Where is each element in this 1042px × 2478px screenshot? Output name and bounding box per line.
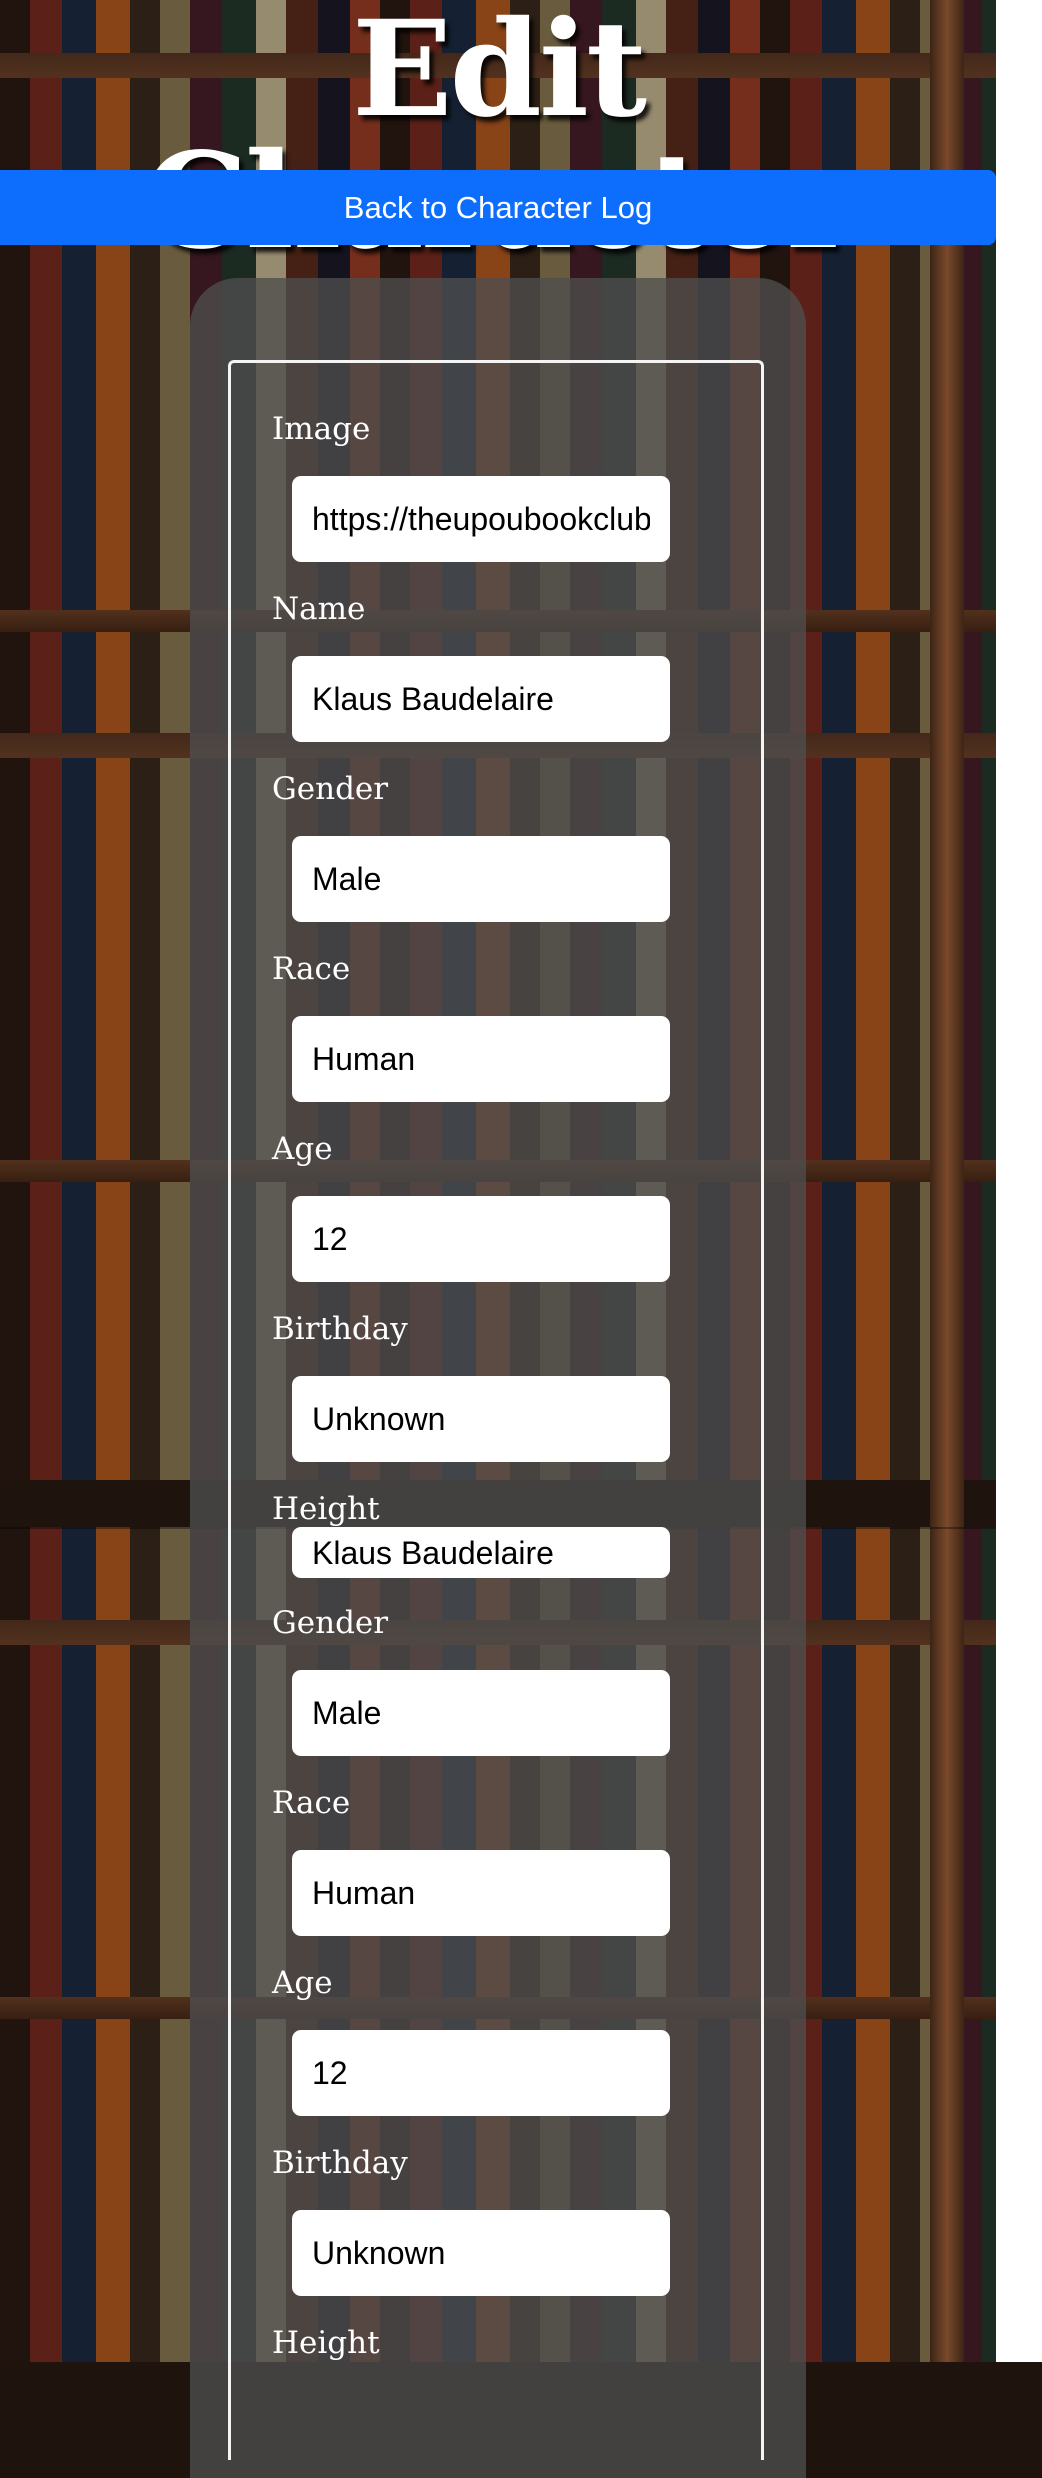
page-margin <box>996 0 1042 2362</box>
back-to-log-button[interactable]: Back to Character Log <box>0 170 996 245</box>
race-label: Race <box>272 1785 351 1821</box>
birthday-input[interactable] <box>292 2210 670 2296</box>
birthday-label: Birthday <box>272 1311 408 1347</box>
gender-input[interactable] <box>292 1670 670 1756</box>
gender-label: Gender <box>272 1605 389 1641</box>
name-label: Name <box>272 591 366 627</box>
gender-label: Gender <box>272 771 389 807</box>
age-input[interactable] <box>292 2030 670 2116</box>
page-title: Edit Character <box>143 0 856 268</box>
race-input[interactable] <box>292 1850 670 1936</box>
race-input[interactable] <box>292 1016 670 1102</box>
age-input[interactable] <box>292 1196 670 1282</box>
race-label: Race <box>272 951 351 987</box>
gender-input[interactable] <box>292 836 670 922</box>
birthday-label: Birthday <box>272 2145 408 2181</box>
image-label: Image <box>272 411 371 447</box>
age-label: Age <box>272 1131 333 1167</box>
birthday-input[interactable] <box>292 1376 670 1462</box>
name-input-partial[interactable]: Klaus Baudelaire <box>292 1527 670 1578</box>
height-label: Height <box>272 1491 380 1527</box>
image-url-input[interactable] <box>292 476 670 562</box>
name-input[interactable] <box>292 656 670 742</box>
height-label: Height <box>272 2325 380 2361</box>
age-label: Age <box>272 1965 333 2001</box>
shelf-post <box>930 0 964 2362</box>
